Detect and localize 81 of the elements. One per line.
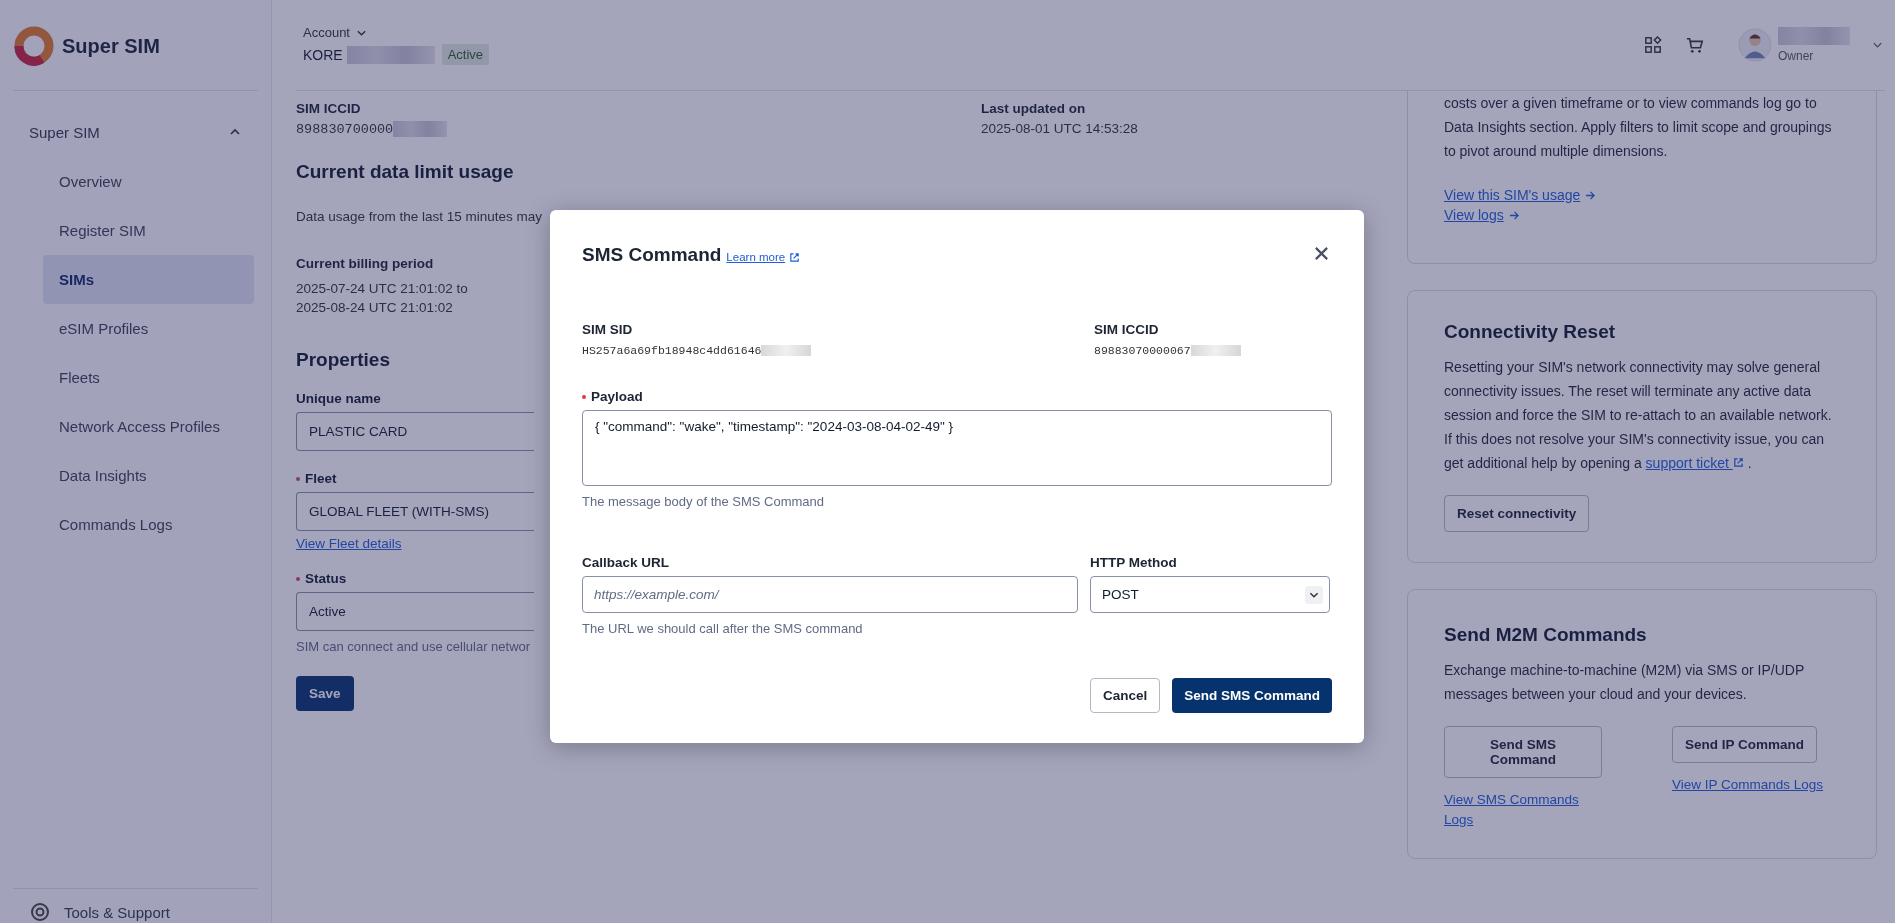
commands-logs-link[interactable]: View IP Commands Logs <box>1672 775 1824 795</box>
billing-period: 2025-08-24 UTC 21:01:02 <box>296 300 454 315</box>
send-command-button[interactable]: Send IP Command <box>1672 726 1818 763</box>
chevron-icon <box>1305 585 1323 604</box>
learn-more-link[interactable]: Learn more <box>726 251 801 263</box>
user-role: Owner <box>1778 49 1815 63</box>
cart-icon[interactable] <box>1686 36 1704 54</box>
field-help: The message body of the SMS Command <box>582 494 826 509</box>
redaction-mark <box>761 345 812 356</box>
redaction-mark <box>1190 345 1241 356</box>
lifebuoy-icon <box>30 902 50 922</box>
callback-url-field[interactable]: https://example.com/ <box>582 576 1078 613</box>
sidebar-item[interactable]: Fleets <box>43 353 254 402</box>
support-ticket-link[interactable]: support ticket <box>1645 455 1744 471</box>
save-button[interactable]: Save <box>296 676 354 711</box>
input-field[interactable]: Active <box>296 592 534 631</box>
card-link[interactable]: View this SIM's usage <box>1444 185 1597 205</box>
billing-label: Current billing period <box>296 256 434 271</box>
account-name: KORE <box>303 46 343 63</box>
cancel-button[interactable]: Cancel <box>1089 678 1161 713</box>
arrow-icon <box>1585 190 1597 200</box>
section-title: Current data limit usage <box>296 161 514 183</box>
sidebar-item[interactable]: Commands Logs <box>43 500 254 549</box>
sidebar-item[interactable]: Data Insights <box>43 451 254 500</box>
redaction-mark <box>393 121 448 137</box>
id-label: SIM SID <box>582 322 634 337</box>
fleet-details-link[interactable]: View Fleet details <box>296 536 402 551</box>
close-icon[interactable] <box>1314 246 1329 261</box>
chevron-icon <box>356 28 367 37</box>
card-title: Send M2M Commands <box>1444 624 1648 646</box>
id-label: SIM ICCID <box>1094 322 1160 337</box>
detail-label: Last updated on <box>981 101 1087 116</box>
send-command-button[interactable]: Send SMS Command <box>1444 726 1602 778</box>
usage-note: Data usage from the last 15 minutes may <box>296 209 543 224</box>
card-text: Resetting your SIM's network connectivity may solve general connectivity issues. The reset will terminate any active data session and force the SIM to re-attach to an available network. If this does not resolve your SIM's connectivity issue, you can get additional help by opening a support ticket . <box>1444 358 1833 473</box>
card-text: costs over a given timeframe or to view commands log go to Data Insights section. Apply filters to limit scope and groupings to pivot around multiple dimensions. <box>1444 94 1833 161</box>
apps-icon[interactable] <box>1644 36 1662 54</box>
field-label: Status <box>305 571 347 586</box>
http-method-select[interactable]: POST <box>1090 576 1330 613</box>
field-label: Callback URL <box>582 555 671 570</box>
payload-field[interactable]: { "command": "wake", "timestamp": "2024-03-08-04-02-49" } <box>582 410 1332 486</box>
sidebar-item[interactable]: Register SIM <box>43 206 254 255</box>
field-label: HTTP Method <box>1090 555 1178 570</box>
sidebar-item[interactable]: eSIM Profiles <box>43 304 254 353</box>
redaction-mark <box>1778 27 1850 45</box>
section-title: Properties <box>296 349 390 371</box>
sidebar-item[interactable]: SIMs <box>43 255 254 304</box>
id-value: HS257a6a69fb18948c4dd61646 <box>582 344 762 357</box>
sidebar-section[interactable]: Super SIM <box>0 116 271 148</box>
card-link[interactable]: View logs <box>1444 205 1520 225</box>
field-help: SIM can connect and use cellular networ <box>296 639 531 654</box>
input-field[interactable]: GLOBAL FLEET (WITH-SMS) <box>296 492 534 531</box>
detail-label: SIM ICCID <box>296 101 362 116</box>
chevron-icon[interactable] <box>1872 41 1883 49</box>
arrow-icon <box>1508 210 1520 220</box>
field-label: Fleet <box>305 471 337 486</box>
field-label: Payload <box>591 389 643 404</box>
status-badge: Active <box>441 44 490 65</box>
external-link-icon <box>1732 457 1744 468</box>
send-sms-command-button[interactable]: Send SMS Command <box>1172 678 1332 713</box>
logo-icon <box>14 26 54 66</box>
id-value: 89883070000067 <box>1094 344 1191 357</box>
card-text: Exchange machine-to-machine (M2M) via SMS or IP/UDP messages between your cloud and your devices. <box>1444 661 1805 704</box>
reset-connectivity-button[interactable]: Reset connectivity <box>1444 495 1590 532</box>
billing-period: 2025-07-24 UTC 21:01:02 to <box>296 281 468 296</box>
external-link-icon <box>789 251 801 263</box>
account-dropdown[interactable]: Account <box>303 25 490 40</box>
detail-value: 898830700000 <box>296 121 394 137</box>
tools-support-link[interactable]: Tools & Support <box>64 903 170 921</box>
sidebar-item[interactable]: Overview <box>43 157 254 206</box>
detail-value: 2025-08-01 UTC 14:53:28 <box>981 121 1138 136</box>
field-help: The URL we should call after the SMS command <box>582 621 864 636</box>
card-title: Connectivity Reset <box>1444 321 1617 343</box>
sidebar-item[interactable]: Network Access Profiles <box>43 402 254 451</box>
commands-logs-link[interactable]: View SMS Commands Logs <box>1444 790 1602 830</box>
input-field[interactable]: PLASTIC CARD <box>296 412 534 451</box>
brand-name: Super SIM <box>62 34 160 58</box>
chevron-icon <box>229 128 241 136</box>
field-label: Unique name <box>296 391 381 406</box>
avatar[interactable] <box>1738 28 1772 62</box>
modal-title: SMS Command <box>582 244 722 266</box>
